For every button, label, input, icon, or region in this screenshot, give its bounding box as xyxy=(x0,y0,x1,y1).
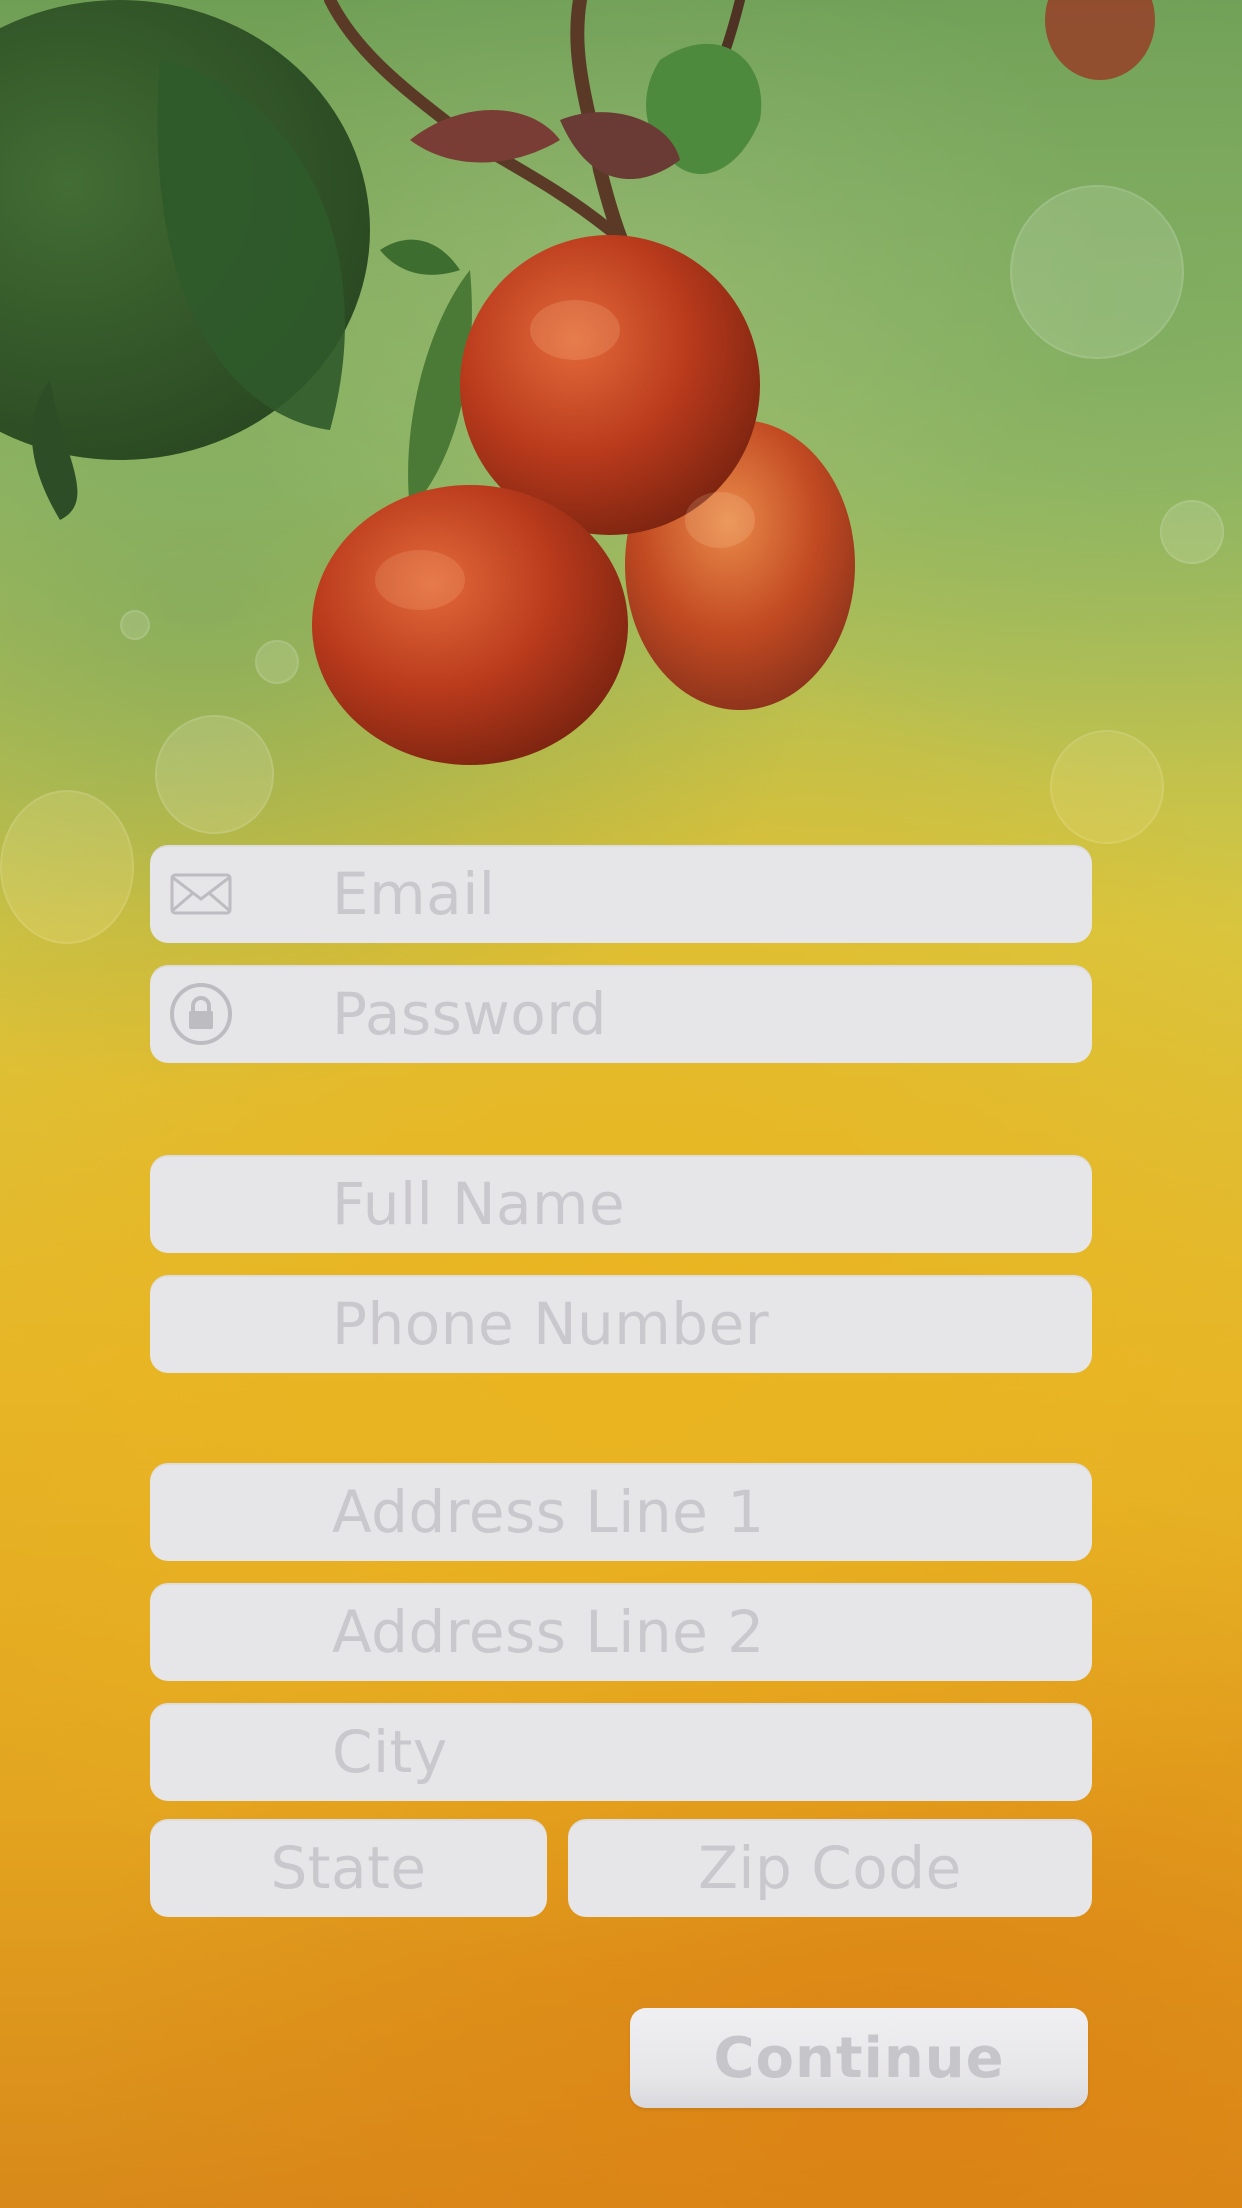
apple-branch-illustration xyxy=(0,0,1155,765)
city-placeholder: City xyxy=(332,1718,448,1786)
apple xyxy=(312,485,628,765)
state-placeholder: State xyxy=(270,1834,427,1902)
address-line-1-placeholder: Address Line 1 xyxy=(332,1478,765,1546)
apple-highlight xyxy=(685,492,755,548)
password-placeholder: Password xyxy=(332,980,607,1048)
continue-button-label: Continue xyxy=(713,2025,1005,2091)
lock-icon xyxy=(168,981,234,1047)
zip-code-field[interactable]: Zip Code xyxy=(568,1819,1092,1917)
city-field[interactable]: City xyxy=(150,1703,1092,1801)
password-field[interactable]: Password xyxy=(150,965,1092,1063)
email-placeholder: Email xyxy=(332,860,496,928)
leaf xyxy=(380,239,460,275)
state-field[interactable]: State xyxy=(150,1819,547,1917)
envelope-icon xyxy=(168,861,234,927)
apple-highlight xyxy=(530,300,620,360)
apple-highlight xyxy=(375,550,465,610)
phone-number-field[interactable]: Phone Number xyxy=(150,1275,1092,1373)
continue-button[interactable]: Continue xyxy=(630,2008,1088,2108)
full-name-placeholder: Full Name xyxy=(332,1170,626,1238)
address-line-1-field[interactable]: Address Line 1 xyxy=(150,1463,1092,1561)
address-line-2-field[interactable]: Address Line 2 xyxy=(150,1583,1092,1681)
full-name-field[interactable]: Full Name xyxy=(150,1155,1092,1253)
phone-number-placeholder: Phone Number xyxy=(332,1290,770,1358)
email-field[interactable]: Email xyxy=(150,845,1092,943)
address-line-2-placeholder: Address Line 2 xyxy=(332,1598,765,1666)
apple xyxy=(1045,0,1155,80)
zip-code-placeholder: Zip Code xyxy=(698,1834,962,1902)
bokeh-light xyxy=(0,790,134,944)
